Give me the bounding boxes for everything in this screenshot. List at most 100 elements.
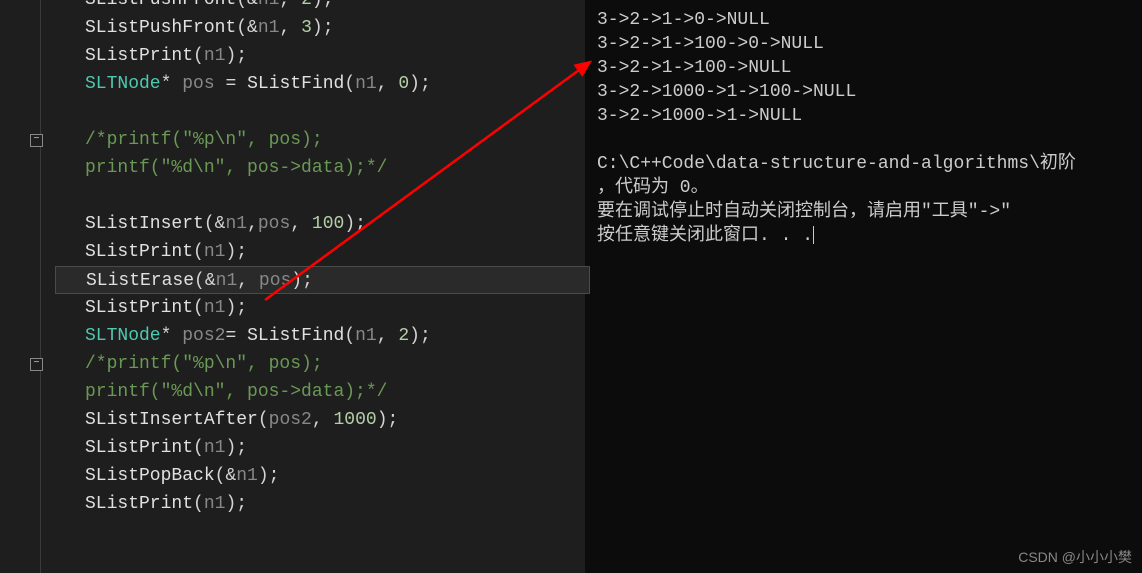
code-token: )	[344, 214, 355, 234]
code-token: SLTNode	[85, 74, 161, 94]
code-token: )	[225, 46, 236, 66]
code-token: (	[236, 0, 247, 10]
console-line: 3->2->1000->1->100->NULL	[597, 80, 1130, 104]
code-token: (	[344, 74, 355, 94]
console-line: 3->2->1->100->0->NULL	[597, 32, 1130, 56]
fold-toggle-icon[interactable]: −	[30, 134, 43, 147]
code-token: *	[161, 74, 172, 94]
code-token: )	[225, 298, 236, 318]
code-token: )	[291, 271, 302, 291]
code-token: *	[161, 326, 172, 346]
code-line[interactable]: SListPushFront(&n1, 2);	[85, 0, 585, 14]
code-token: &	[205, 271, 216, 291]
code-token: SListInsert	[85, 214, 204, 234]
watermark: CSDN @小小小樊	[1018, 547, 1132, 567]
code-line[interactable]	[85, 98, 585, 126]
code-token: SListPrint	[85, 494, 193, 514]
code-line[interactable]: SListInsert(&n1,pos, 100);	[85, 210, 585, 238]
code-token: n1	[355, 326, 377, 346]
code-line[interactable]: SLTNode* pos2= SListFind(n1, 2);	[85, 322, 585, 350]
code-token	[171, 326, 182, 346]
code-token: (	[193, 438, 204, 458]
code-token: SListPrint	[85, 438, 193, 458]
console-line	[597, 128, 1130, 152]
code-token	[301, 214, 312, 234]
code-token	[236, 74, 247, 94]
code-token: SLTNode	[85, 326, 161, 346]
code-token: ,	[247, 214, 258, 234]
code-token: SListPrint	[85, 242, 193, 262]
code-token: ,	[237, 271, 248, 291]
code-token: ;	[388, 410, 399, 430]
code-line[interactable]: SListPrint(n1);	[85, 434, 585, 462]
text-cursor	[813, 226, 814, 244]
code-token: (	[215, 466, 226, 486]
code-token: 2	[398, 326, 409, 346]
code-line[interactable]: SListInsertAfter(pos2, 1000);	[85, 406, 585, 434]
code-token: pos	[182, 74, 214, 94]
code-token: =	[225, 326, 236, 346]
code-token: n1	[204, 494, 226, 514]
code-token: (	[193, 242, 204, 262]
code-token: )	[225, 438, 236, 458]
code-token: ;	[323, 18, 334, 38]
code-token: &	[215, 214, 226, 234]
code-token: 1000	[333, 410, 376, 430]
code-token: pos	[258, 214, 290, 234]
code-token: n1	[355, 74, 377, 94]
code-line[interactable]: SListErase(&n1, pos);	[55, 266, 590, 294]
code-token	[323, 410, 334, 430]
code-line[interactable]: SListPushFront(&n1, 3);	[85, 14, 585, 42]
code-line[interactable]: SListPrint(n1);	[85, 42, 585, 70]
code-area[interactable]: SListPushFront(&n1, 2);SListPushFront(&n…	[55, 0, 585, 573]
code-token: ,	[279, 0, 290, 10]
code-token	[290, 18, 301, 38]
code-token: )	[409, 326, 420, 346]
code-token: printf("%d\n", pos->data);*/	[85, 158, 387, 178]
code-token: n1	[258, 0, 280, 10]
code-line[interactable]: printf("%d\n", pos->data);*/	[85, 154, 585, 182]
code-line[interactable]: SListPrint(n1);	[85, 238, 585, 266]
code-token	[388, 74, 399, 94]
code-token: )	[312, 18, 323, 38]
code-token: SListPushFront	[85, 0, 236, 10]
code-token: =	[225, 74, 236, 94]
code-token: ;	[420, 326, 431, 346]
code-token: )	[258, 466, 269, 486]
code-token: ;	[420, 74, 431, 94]
code-token: n1	[204, 298, 226, 318]
code-token: SListPrint	[85, 46, 193, 66]
code-token: 2	[301, 0, 312, 10]
code-token: ,	[312, 410, 323, 430]
code-line[interactable]	[85, 182, 585, 210]
code-line[interactable]: SLTNode* pos = SListFind(n1, 0);	[85, 70, 585, 98]
code-token: SListFind	[247, 326, 344, 346]
editor-gutter: −−	[0, 0, 55, 573]
console-line: ，代码为 0。	[597, 176, 1130, 200]
code-token: (	[193, 298, 204, 318]
code-token: ;	[236, 298, 247, 318]
code-token: ;	[269, 466, 280, 486]
code-line[interactable]: /*printf("%p\n", pos);	[85, 126, 585, 154]
code-token: (	[204, 214, 215, 234]
code-token: (	[258, 410, 269, 430]
code-token: n1	[236, 466, 258, 486]
code-line[interactable]: SListPrint(n1);	[85, 294, 585, 322]
code-token: pos	[259, 271, 291, 291]
fold-toggle-icon[interactable]: −	[30, 358, 43, 371]
code-token: n1	[204, 438, 226, 458]
code-token: n1	[204, 242, 226, 262]
code-line[interactable]: printf("%d\n", pos->data);*/	[85, 378, 585, 406]
code-line[interactable]: SListPopBack(&n1);	[85, 462, 585, 490]
code-token: (	[344, 326, 355, 346]
code-token: SListFind	[247, 74, 344, 94]
code-token: SListPushFront	[85, 18, 236, 38]
code-token: ;	[236, 242, 247, 262]
code-line[interactable]: SListPrint(n1);	[85, 490, 585, 518]
code-token: )	[312, 0, 323, 10]
code-token: pos2	[269, 410, 312, 430]
code-token: &	[247, 18, 258, 38]
code-line[interactable]: /*printf("%p\n", pos);	[85, 350, 585, 378]
code-token: ;	[355, 214, 366, 234]
code-token: SListErase	[86, 271, 194, 291]
